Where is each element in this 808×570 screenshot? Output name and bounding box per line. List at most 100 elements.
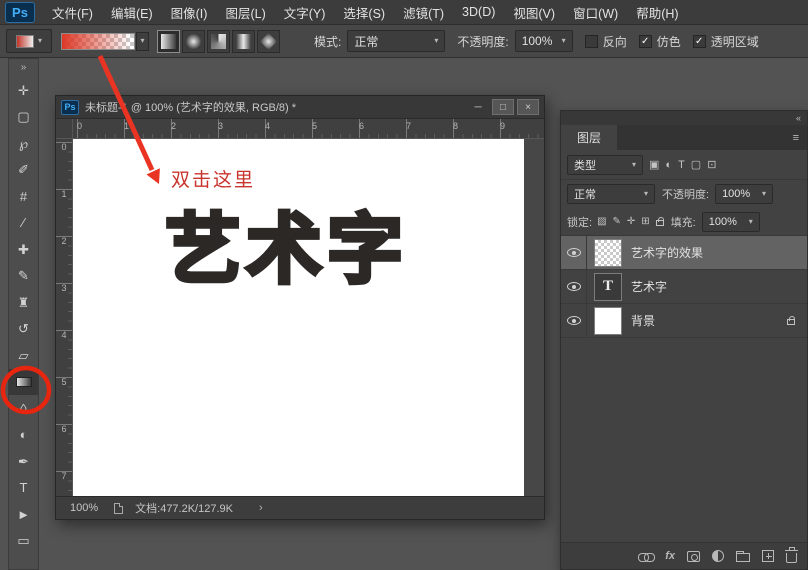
layer-name[interactable]: 背景 <box>631 312 655 329</box>
pen-tool[interactable]: ✒ <box>9 448 38 475</box>
dodge-tool[interactable]: ◐ <box>9 422 38 449</box>
fill-select[interactable]: 100% ▾ <box>701 211 760 232</box>
rectangular-marquee-tool[interactable]: ▢ <box>9 104 38 131</box>
lock-all-icon[interactable] <box>655 217 664 226</box>
gradient-fill <box>62 33 134 49</box>
layer-blend-mode-select[interactable]: 正常 ▾ <box>567 184 655 204</box>
adjustment-filter-icon[interactable]: ◐ <box>665 159 672 171</box>
horizontal-ruler[interactable]: 0 1 2 3 4 5 6 7 8 9 <box>73 119 544 139</box>
filter-type-select[interactable]: 类型 ▾ <box>567 154 643 175</box>
layer-name[interactable]: 艺术字 <box>631 278 667 295</box>
blend-mode-select[interactable]: 正常 ▾ <box>347 30 446 52</box>
visibility-toggle[interactable] <box>561 270 587 303</box>
clone-stamp-tool[interactable]: ♜ <box>9 289 38 316</box>
lasso-tool[interactable]: ℘ <box>9 130 38 157</box>
menu-help[interactable]: 帮助(H) <box>627 0 687 24</box>
eraser-tool[interactable]: ▱ <box>9 342 38 369</box>
menu-window[interactable]: 窗口(W) <box>564 0 627 24</box>
reflected-gradient-icon <box>236 33 251 49</box>
type-filter-icon[interactable]: T <box>678 159 685 171</box>
gradient-picker-dropdown[interactable]: ▾ <box>136 31 149 51</box>
layer-style-fx-icon[interactable]: fx <box>665 550 675 562</box>
angle-gradient-button[interactable] <box>207 29 230 53</box>
reflected-gradient-button[interactable] <box>232 29 255 53</box>
collapse-panels-icon[interactable]: « <box>796 113 801 123</box>
new-layer-icon[interactable] <box>762 550 774 562</box>
layer-name[interactable]: 艺术字的效果 <box>631 244 703 261</box>
diamond-gradient-button[interactable] <box>257 29 280 53</box>
minimize-button[interactable]: ─ <box>467 99 489 115</box>
layer-row-effect[interactable]: 艺术字的效果 <box>561 236 807 270</box>
layer-thumbnail[interactable] <box>594 238 622 267</box>
rectangle-tool[interactable]: ▭ <box>9 528 38 555</box>
opacity-label: 不透明度: <box>457 34 509 49</box>
smart-object-filter-icon[interactable]: ⊡ <box>707 158 716 171</box>
lock-position-icon[interactable]: ✛ <box>627 216 635 227</box>
menu-layer[interactable]: 图层(L) <box>216 0 274 24</box>
vertical-ruler[interactable]: 0 1 2 3 4 5 6 7 <box>56 139 73 496</box>
transparency-checkbox[interactable]: ✓ 透明区域 <box>692 33 759 50</box>
zoom-level-field[interactable]: 100% <box>70 502 98 514</box>
lock-fill-row: 锁定: ▨ ✎ ✛ ⊞ 填充: 100% ▾ <box>561 208 807 236</box>
tool-preset-picker[interactable]: ▾ <box>6 29 52 53</box>
spot-healing-tool[interactable]: ✚ <box>9 236 38 263</box>
menu-edit[interactable]: 编辑(E) <box>102 0 162 24</box>
menu-file[interactable]: 文件(F) <box>43 0 102 24</box>
add-mask-icon[interactable] <box>687 550 700 562</box>
layer-row-background[interactable]: 背景 <box>561 304 807 338</box>
new-group-icon[interactable] <box>736 551 750 562</box>
maximize-button[interactable]: □ <box>492 99 514 115</box>
shape-filter-icon[interactable]: ▢ <box>691 158 701 171</box>
layer-opacity-value: 100% <box>722 188 751 200</box>
gradient-editor-preview[interactable] <box>61 32 135 50</box>
adjustment-layer-icon[interactable] <box>712 550 724 562</box>
checkbox-box <box>584 34 598 48</box>
delete-layer-icon[interactable] <box>785 547 798 563</box>
menu-filter[interactable]: 滤镜(T) <box>394 0 453 24</box>
gradient-tool[interactable] <box>9 368 38 395</box>
radial-gradient-button[interactable] <box>182 29 205 53</box>
canvas[interactable]: 双击这里 艺术字 <box>73 139 524 496</box>
path-selection-tool[interactable]: ► <box>9 501 38 528</box>
brush-tool[interactable]: ✎ <box>9 263 38 290</box>
tab-layers[interactable]: 图层 <box>561 125 617 150</box>
lock-artboard-icon[interactable]: ⊞ <box>641 216 649 227</box>
panel-menu-icon[interactable]: ≡ <box>785 125 807 150</box>
lock-transparent-pixels-icon[interactable]: ▨ <box>597 216 606 227</box>
menu-view[interactable]: 视图(V) <box>504 0 564 24</box>
visibility-toggle[interactable] <box>561 236 587 269</box>
move-tool[interactable]: ✛ <box>9 77 38 104</box>
menu-type[interactable]: 文字(Y) <box>275 0 335 24</box>
blur-tool[interactable]: ◊ <box>9 395 38 422</box>
layer-thumbnail[interactable] <box>594 306 622 335</box>
eye-icon <box>566 282 581 291</box>
lock-image-pixels-icon[interactable]: ✎ <box>613 216 621 227</box>
reverse-checkbox[interactable]: 反向 <box>584 33 627 50</box>
menu-bar: Ps 文件(F) 编辑(E) 图像(I) 图层(L) 文字(Y) 选择(S) 滤… <box>0 0 808 25</box>
visibility-toggle[interactable] <box>561 304 587 337</box>
crop-tool[interactable]: # <box>9 183 38 210</box>
linear-gradient-button[interactable] <box>157 29 180 53</box>
opacity-select[interactable]: 100% ▾ <box>514 30 573 52</box>
ruler-number: 5 <box>312 121 318 131</box>
link-layers-icon[interactable] <box>638 552 656 562</box>
dither-checkbox[interactable]: ✓ 仿色 <box>638 33 681 50</box>
toolbar-collapse-button[interactable]: » <box>9 59 38 77</box>
eyedropper-tool[interactable]: ∕ <box>9 210 38 237</box>
text-layer-thumbnail[interactable]: T <box>594 272 622 301</box>
menu-select[interactable]: 选择(S) <box>334 0 394 24</box>
layer-row-text[interactable]: T 艺术字 <box>561 270 807 304</box>
menu-3d[interactable]: 3D(D) <box>453 0 504 24</box>
menu-image[interactable]: 图像(I) <box>162 0 217 24</box>
history-brush-tool[interactable]: ↺ <box>9 316 38 343</box>
layer-opacity-select[interactable]: 100% ▾ <box>715 184 774 204</box>
type-tool[interactable]: T <box>9 475 38 502</box>
quick-selection-tool[interactable]: ✐ <box>9 157 38 184</box>
document-title-bar[interactable]: Ps 未标题-1 @ 100% (艺术字的效果, RGB/8) * ─ □ × <box>56 96 544 119</box>
status-menu-chevron[interactable]: › <box>259 502 263 514</box>
document-body: 0 1 2 3 4 5 6 7 8 9 0 1 2 3 4 5 6 7 双击这里… <box>56 119 544 496</box>
ruler-origin-corner[interactable] <box>56 119 73 139</box>
close-button[interactable]: × <box>517 99 539 115</box>
document-size-info[interactable]: 文档:477.2K/127.9K <box>135 500 233 516</box>
pixel-filter-icon[interactable]: ▣ <box>649 158 659 171</box>
